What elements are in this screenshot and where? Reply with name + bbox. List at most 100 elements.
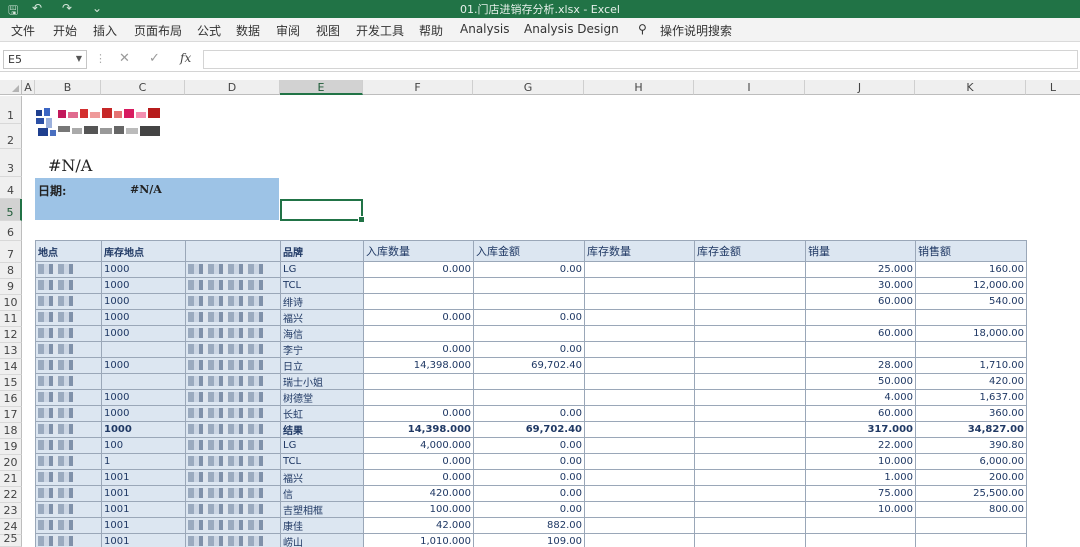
- row-header-10[interactable]: 10: [0, 295, 22, 311]
- cell-in-amount[interactable]: [473, 293, 585, 310]
- cell-store-name[interactable]: [185, 261, 281, 278]
- cell-sales-qty[interactable]: 22.000: [805, 437, 916, 454]
- cell-store-name[interactable]: [185, 309, 281, 326]
- cell-site[interactable]: [35, 341, 102, 358]
- cell-site[interactable]: [35, 421, 102, 438]
- column-header-e[interactable]: E: [280, 80, 363, 95]
- cancel-icon[interactable]: ✕: [119, 51, 130, 66]
- cell-stock-qty[interactable]: [584, 421, 695, 438]
- cell-stock-qty[interactable]: [584, 325, 695, 342]
- cell-brand[interactable]: 结果: [280, 421, 364, 438]
- row-header-6[interactable]: 6: [0, 221, 22, 241]
- cell-stock-qty[interactable]: [584, 389, 695, 406]
- cell-in-amount[interactable]: 882.00: [473, 517, 585, 534]
- cell-stock-qty[interactable]: [584, 341, 695, 358]
- cell-sales-qty[interactable]: 75.000: [805, 485, 916, 502]
- cell-brand[interactable]: TCL: [280, 277, 364, 294]
- cell-sales-qty[interactable]: 4.000: [805, 389, 916, 406]
- cell-in-qty[interactable]: 420.000: [363, 485, 474, 502]
- row-header-22[interactable]: 22: [0, 487, 22, 503]
- cell-sales-amount[interactable]: 1,710.00: [915, 357, 1027, 374]
- cell-store-name[interactable]: [185, 373, 281, 390]
- cell-sales-amount[interactable]: 18,000.00: [915, 325, 1027, 342]
- row-header-8[interactable]: 8: [0, 263, 22, 279]
- cell-storage-location[interactable]: 1000: [101, 261, 186, 278]
- cell-in-qty[interactable]: 1,010.000: [363, 533, 474, 547]
- row-header-12[interactable]: 12: [0, 327, 22, 343]
- cell-stock-amount[interactable]: [694, 389, 806, 406]
- cell-in-amount[interactable]: 0.00: [473, 437, 585, 454]
- cell-sales-amount[interactable]: 6,000.00: [915, 453, 1027, 470]
- cell-brand[interactable]: LG: [280, 437, 364, 454]
- row-header-11[interactable]: 11: [0, 311, 22, 327]
- cell-in-qty[interactable]: [363, 389, 474, 406]
- row-header-5[interactable]: 5: [0, 199, 22, 221]
- header-sales-qty[interactable]: 销量: [805, 240, 916, 262]
- cell-store-name[interactable]: [185, 533, 281, 547]
- cell-sales-amount[interactable]: 160.00: [915, 261, 1027, 278]
- cell-sales-amount[interactable]: 540.00: [915, 293, 1027, 310]
- cell-site[interactable]: [35, 389, 102, 406]
- header-sales-amount[interactable]: 销售额: [915, 240, 1027, 262]
- row-header-21[interactable]: 21: [0, 471, 22, 487]
- cell-storage-location[interactable]: 1001: [101, 517, 186, 534]
- cell-sales-qty[interactable]: 60.000: [805, 405, 916, 422]
- cell-sales-qty[interactable]: 50.000: [805, 373, 916, 390]
- tab-formulas[interactable]: 公式: [197, 22, 221, 39]
- cell-store-name[interactable]: [185, 405, 281, 422]
- tab-help[interactable]: 帮助: [419, 22, 443, 39]
- cell-storage-location[interactable]: 1001: [101, 469, 186, 486]
- cell-in-qty[interactable]: 42.000: [363, 517, 474, 534]
- cell-brand[interactable]: LG: [280, 261, 364, 278]
- cell-in-qty[interactable]: 4,000.000: [363, 437, 474, 454]
- cell-sales-qty[interactable]: 60.000: [805, 293, 916, 310]
- cell-brand[interactable]: 福兴: [280, 469, 364, 486]
- header-brand[interactable]: 品牌: [280, 240, 364, 262]
- cell-sales-qty[interactable]: 317.000: [805, 421, 916, 438]
- column-header-k[interactable]: K: [915, 80, 1026, 95]
- cell-stock-qty[interactable]: [584, 517, 695, 534]
- select-all-corner[interactable]: [0, 80, 22, 95]
- cell-site[interactable]: [35, 437, 102, 454]
- cell-storage-location[interactable]: 1000: [101, 405, 186, 422]
- cell-in-amount[interactable]: 69,702.40: [473, 357, 585, 374]
- cell-in-qty[interactable]: 14,398.000: [363, 421, 474, 438]
- cell-stock-amount[interactable]: [694, 517, 806, 534]
- cell-store-name[interactable]: [185, 437, 281, 454]
- tab-page-layout[interactable]: 页面布局: [134, 22, 182, 39]
- cell-brand[interactable]: 绯诗: [280, 293, 364, 310]
- cell-in-amount[interactable]: 0.00: [473, 469, 585, 486]
- row-header-15[interactable]: 15: [0, 375, 22, 391]
- cell-stock-amount[interactable]: [694, 421, 806, 438]
- cell-site[interactable]: [35, 325, 102, 342]
- cell-site[interactable]: [35, 517, 102, 534]
- insert-function-icon[interactable]: fx: [180, 51, 191, 65]
- cell-site[interactable]: [35, 405, 102, 422]
- cell-in-qty[interactable]: 100.000: [363, 501, 474, 518]
- cell-in-qty[interactable]: 14,398.000: [363, 357, 474, 374]
- cell-sales-amount[interactable]: 200.00: [915, 469, 1027, 486]
- cell-sales-qty[interactable]: [805, 517, 916, 534]
- cell-in-amount[interactable]: [473, 389, 585, 406]
- cell-store-name[interactable]: [185, 293, 281, 310]
- cell-sales-amount[interactable]: 12,000.00: [915, 277, 1027, 294]
- cell-brand[interactable]: 瑞士小姐: [280, 373, 364, 390]
- cell-storage-location[interactable]: 1001: [101, 533, 186, 547]
- cell-store-name[interactable]: [185, 277, 281, 294]
- row-header-4[interactable]: 4: [0, 177, 22, 199]
- cell-sales-amount[interactable]: 420.00: [915, 373, 1027, 390]
- redo-icon[interactable]: ↷: [62, 1, 72, 15]
- cell-sales-qty[interactable]: 28.000: [805, 357, 916, 374]
- cell-brand[interactable]: 吉塑相框: [280, 501, 364, 518]
- header-in-amount[interactable]: 入库金额: [473, 240, 585, 262]
- row-header-25[interactable]: 25: [0, 532, 22, 547]
- cell-sales-amount[interactable]: [915, 533, 1027, 547]
- cell-site[interactable]: [35, 469, 102, 486]
- cell-site[interactable]: [35, 485, 102, 502]
- row-header-1[interactable]: 1: [0, 96, 22, 124]
- cell-storage-location[interactable]: 1001: [101, 485, 186, 502]
- cell-in-amount[interactable]: [473, 325, 585, 342]
- cell-store-name[interactable]: [185, 357, 281, 374]
- date-block[interactable]: 日期: #N/A: [35, 178, 279, 220]
- cell-stock-qty[interactable]: [584, 485, 695, 502]
